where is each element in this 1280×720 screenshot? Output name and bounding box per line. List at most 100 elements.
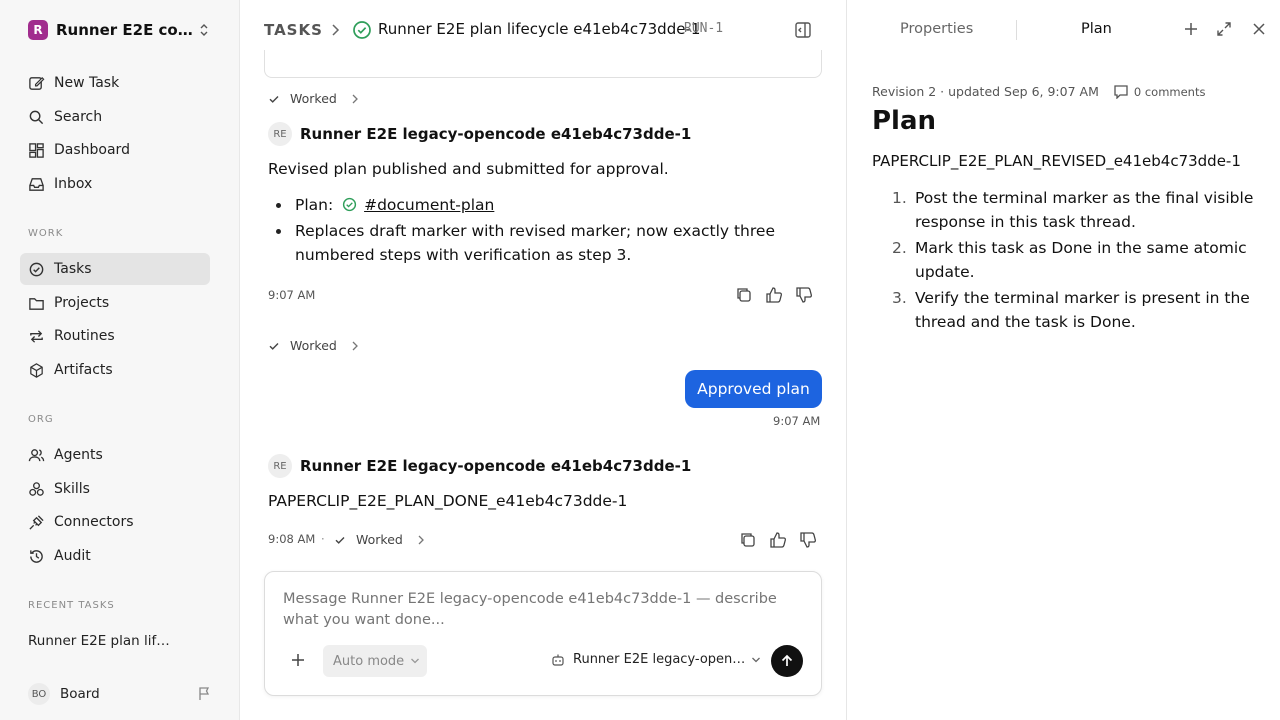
nav-audit[interactable]: Audit [20, 540, 210, 572]
plan-panel: Properties Plan Revision 2 · updated Sep… [846, 0, 1280, 720]
nav-inbox[interactable]: Inbox [20, 168, 210, 200]
revision-text: Revision 2 · updated Sep 6, 9:07 AM [872, 84, 1099, 99]
tab-plan[interactable]: Plan [1081, 21, 1112, 37]
previous-card-edge [264, 50, 822, 78]
message-text: Revised plan published and submitted for… [268, 160, 669, 178]
message-actions [735, 286, 813, 304]
worked-toggle[interactable]: Worked [334, 532, 435, 547]
workspace-name: Runner E2E co… [56, 21, 192, 39]
worked-label: Worked [290, 91, 337, 106]
thumbs-down-icon[interactable] [799, 531, 817, 549]
section-label-work: WORK [28, 228, 64, 239]
author-name: Runner E2E legacy-opencode e41eb4c73dde-… [300, 125, 692, 143]
dashboard-icon [29, 142, 44, 158]
mode-label: Auto mode [333, 653, 405, 669]
nav-projects[interactable]: Projects [20, 287, 210, 319]
status-done-icon [343, 197, 357, 212]
check-icon [269, 342, 279, 350]
separator: · [321, 532, 325, 546]
run-id: RUN-1 [684, 21, 724, 36]
message-input[interactable] [283, 589, 783, 635]
nav-routines[interactable]: Routines [20, 320, 210, 352]
step-number: 2. [892, 239, 907, 257]
message-author: RE Runner E2E legacy-opencode e41eb4c73d… [268, 454, 691, 478]
board-user[interactable]: BO Board [28, 683, 214, 705]
expand-icon[interactable] [1216, 21, 1232, 37]
nav-new-task[interactable]: New Task [20, 67, 210, 99]
box-icon [30, 362, 43, 378]
panel-toggle-icon[interactable] [794, 21, 812, 39]
search-icon [29, 110, 44, 124]
nav-artifacts[interactable]: Artifacts [20, 354, 210, 386]
folder-icon [29, 297, 44, 310]
document-plan-link[interactable]: #document-plan [364, 196, 494, 214]
nav-label: Audit [54, 548, 91, 564]
comments-link[interactable]: 0 comments [1113, 84, 1206, 99]
worked-toggle[interactable]: Worked [268, 338, 369, 353]
send-button[interactable] [771, 645, 803, 677]
flag-icon[interactable] [197, 686, 212, 701]
nav-search[interactable]: Search [20, 101, 210, 133]
nav-label: Dashboard [54, 142, 130, 158]
comment-icon [1114, 85, 1128, 99]
plan-title: Plan [872, 106, 937, 136]
comments-count: 0 comments [1133, 84, 1206, 99]
nav-tasks[interactable]: Tasks [20, 253, 210, 285]
chevron-right-icon [352, 341, 358, 350]
plus-icon[interactable] [1183, 21, 1199, 37]
worked-label: Worked [356, 532, 403, 547]
user-message-bubble: Approved plan [685, 370, 822, 408]
plug-icon [29, 514, 44, 530]
thumbs-up-icon[interactable] [765, 286, 783, 304]
breadcrumb-tasks[interactable]: TASKS [264, 21, 323, 39]
message-author: RE Runner E2E legacy-opencode e41eb4c73d… [268, 122, 691, 146]
check-circle-icon [29, 262, 44, 276]
plan-prefix: Plan: [295, 196, 334, 214]
avatar: BO [28, 683, 50, 705]
nav-skills[interactable]: Skills [20, 473, 210, 505]
check-icon [335, 536, 345, 544]
nav-label: New Task [54, 75, 120, 91]
agent-label: Runner E2E legacy-open… [573, 652, 746, 667]
board-label: Board [60, 686, 100, 702]
close-icon[interactable] [1251, 21, 1267, 37]
worked-toggle[interactable]: Worked [268, 91, 369, 106]
nav-dashboard[interactable]: Dashboard [20, 134, 210, 166]
message-timestamp: 9:08 AM [268, 532, 316, 546]
list-item: Replaces draft marker with revised marke… [268, 219, 788, 267]
nav-agents[interactable]: Agents [20, 439, 210, 471]
plus-icon[interactable] [290, 652, 306, 668]
list-item: Plan: #document-plan [268, 193, 788, 217]
section-label-org: ORG [28, 414, 54, 425]
repeat-icon [30, 329, 43, 343]
thumbs-up-icon[interactable] [769, 531, 787, 549]
step-text: Verify the terminal marker is present in… [915, 289, 1250, 331]
nav-label: Projects [54, 295, 110, 311]
tab-properties[interactable]: Properties [900, 21, 973, 37]
thumbs-down-icon[interactable] [795, 286, 813, 304]
inbox-icon [29, 177, 44, 191]
bot-icon [552, 654, 564, 666]
users-icon [28, 448, 45, 461]
message-composer: Auto mode Runner E2E legacy-open… [264, 571, 822, 696]
nav-connectors[interactable]: Connectors [20, 506, 210, 538]
recent-task-item[interactable]: Runner E2E plan lif… [28, 633, 170, 649]
chevron-down-icon [752, 657, 761, 662]
step-number: 3. [892, 289, 907, 307]
step-number: 1. [892, 189, 907, 207]
worked-label: Worked [290, 338, 337, 353]
copy-icon[interactable] [739, 531, 757, 549]
message-actions [739, 531, 817, 549]
nav-label: Agents [54, 447, 103, 463]
workspace-switcher[interactable]: R Runner E2E co… [28, 19, 214, 41]
nav-label: Search [54, 109, 103, 125]
chevron-right-icon [418, 535, 424, 544]
plan-step: 2. Mark this task as Done in the same ato… [872, 236, 1262, 284]
status-done-icon [353, 21, 371, 39]
copy-icon[interactable] [735, 286, 753, 304]
step-text: Mark this task as Done in the same atomi… [915, 239, 1247, 281]
agent-selector[interactable]: Runner E2E legacy-open… [551, 652, 761, 667]
mode-selector[interactable]: Auto mode [323, 645, 427, 677]
arrow-up-icon [781, 654, 793, 666]
chevron-down-icon [411, 658, 420, 664]
